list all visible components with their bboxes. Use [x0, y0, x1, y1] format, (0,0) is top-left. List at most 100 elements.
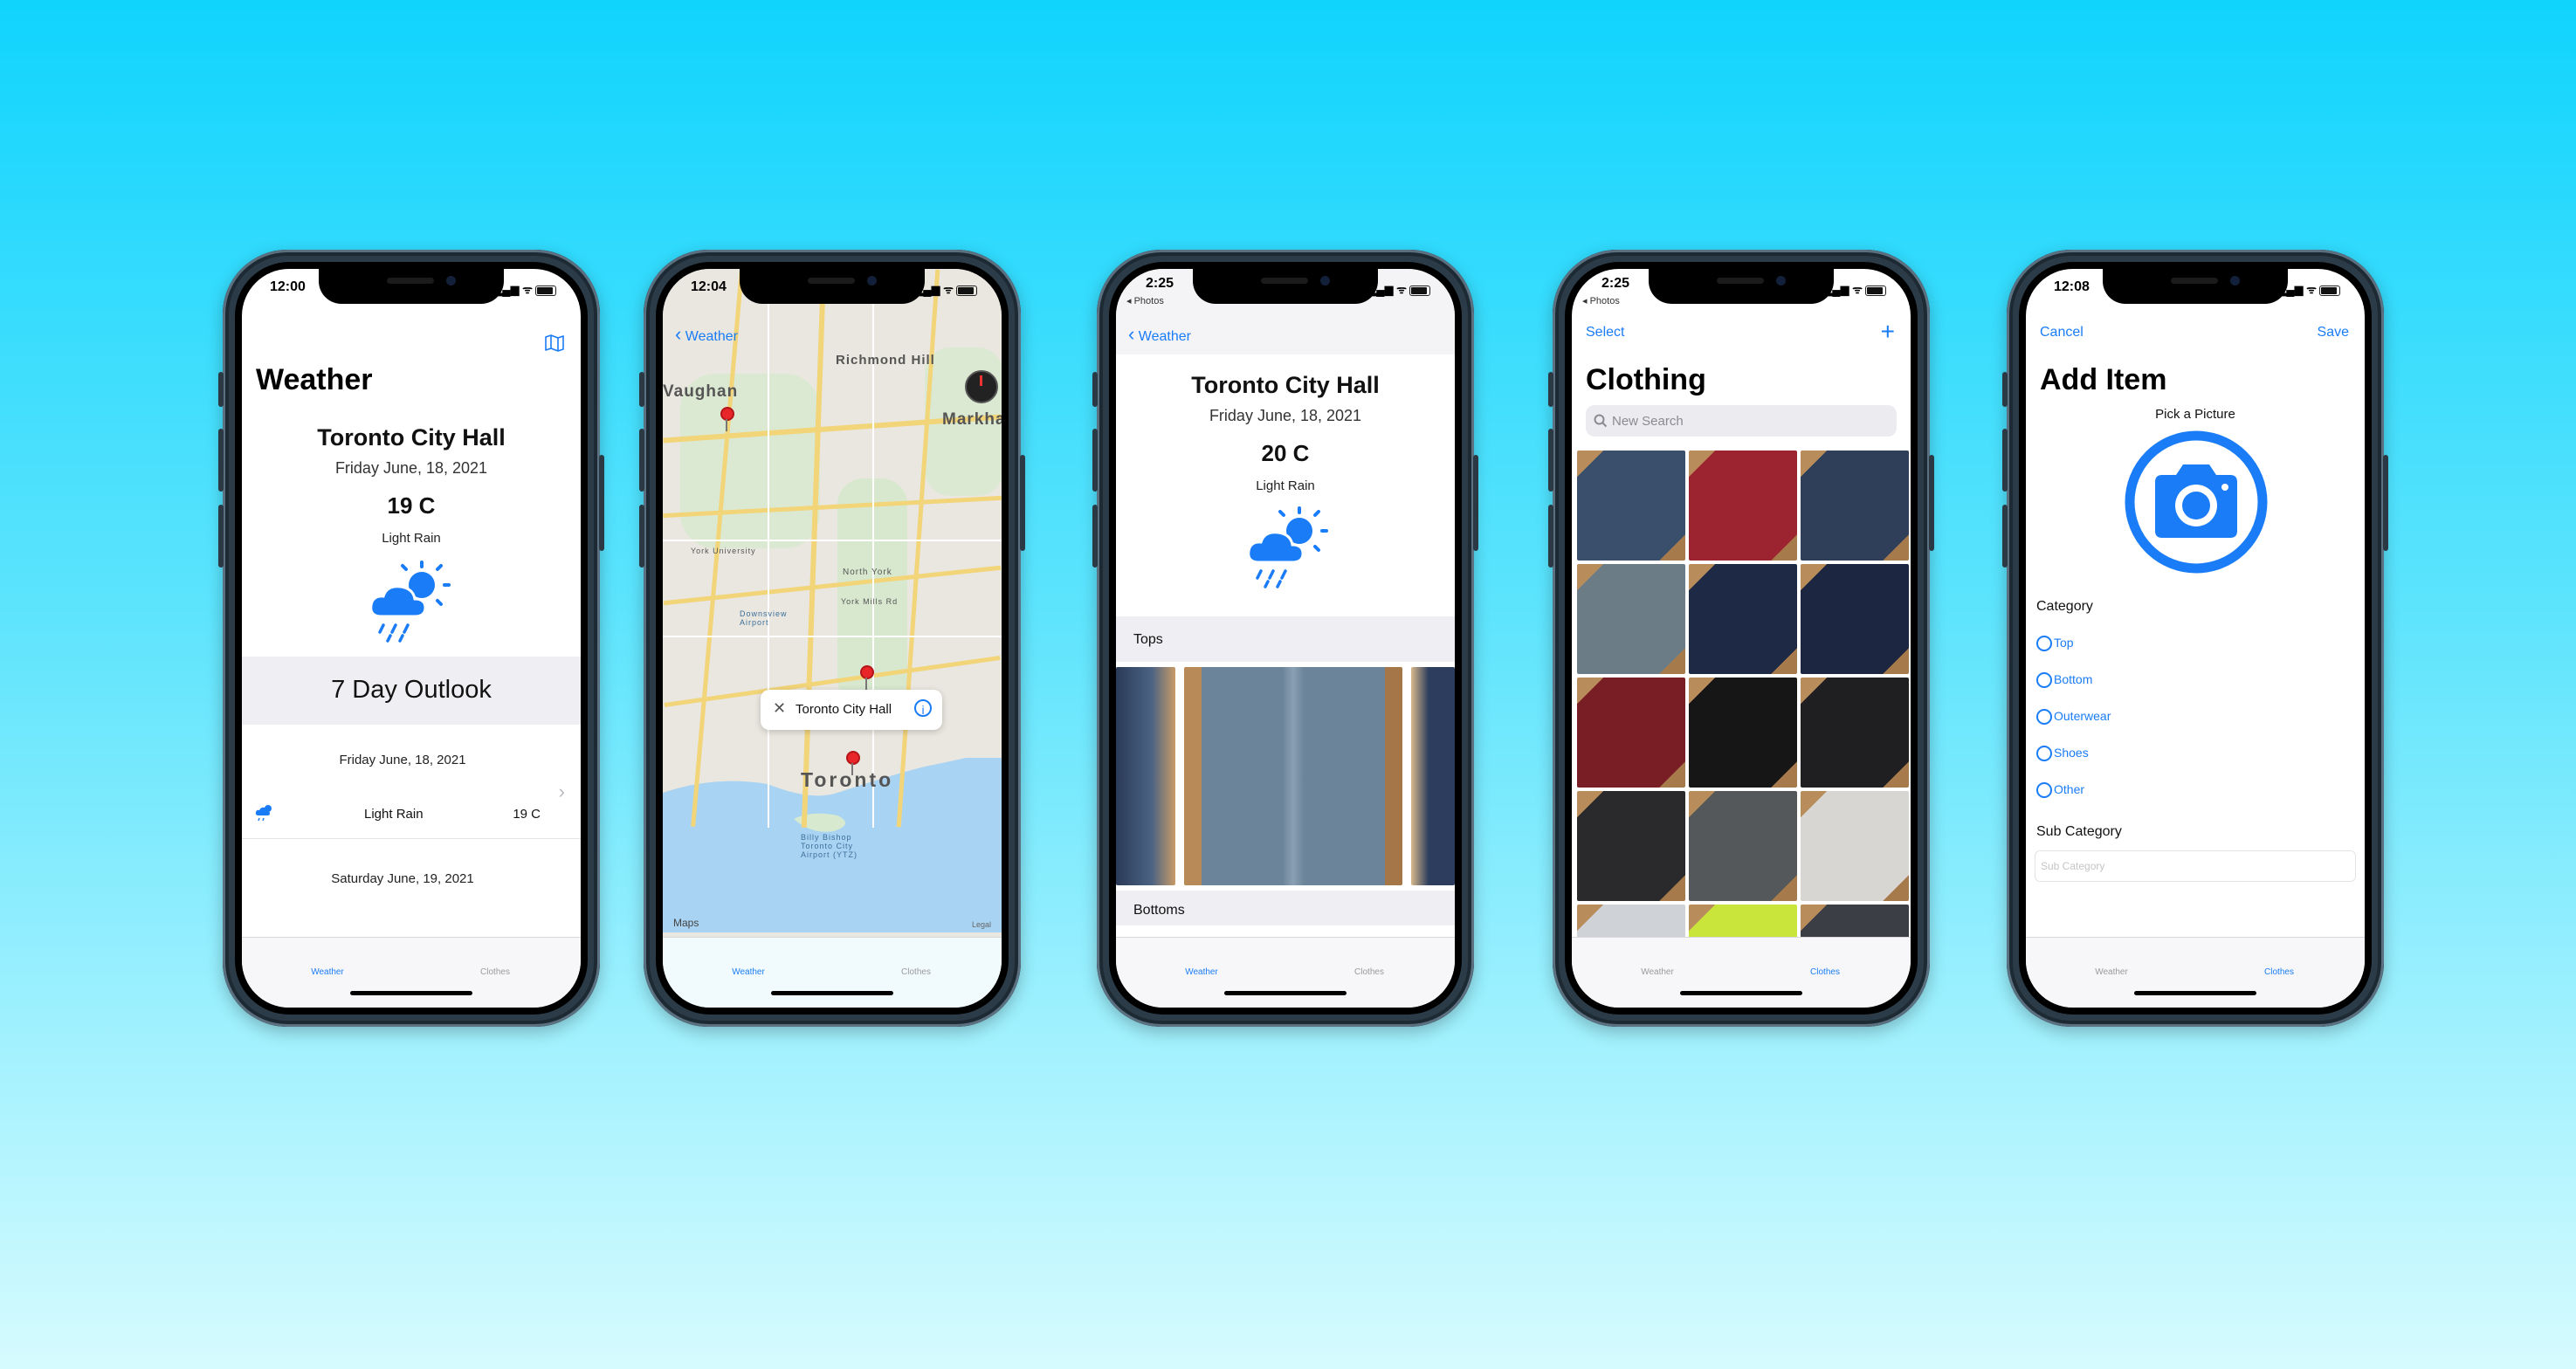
radio-circle-icon — [2036, 672, 2052, 689]
phone-clothing: 2:25 ◂ Photos ▂▄▆ ᯤ Select + Clothing Ne… — [1548, 250, 1934, 1027]
clock: 2:25 — [1146, 276, 1174, 291]
clothing-photo[interactable] — [1184, 667, 1402, 885]
clothing-grid — [1575, 449, 1909, 1008]
compass-icon[interactable] — [965, 370, 998, 403]
cancel-button[interactable]: Cancel — [2040, 325, 2084, 341]
page-title: Add Item — [2040, 363, 2167, 396]
tab-clothes[interactable]: Clothes — [1773, 967, 1877, 977]
tab-clothes[interactable]: Clothes — [864, 967, 968, 977]
chevron-right-icon: › — [558, 781, 565, 802]
map-pin[interactable] — [720, 407, 734, 431]
tab-clothes[interactable]: Clothes — [2227, 967, 2331, 977]
tab-weather[interactable]: Weather — [1605, 967, 1710, 977]
back-button[interactable]: ‹ Weather — [675, 323, 738, 346]
tops-carousel[interactable] — [1116, 667, 1455, 885]
clothing-photo[interactable] — [1577, 791, 1685, 901]
add-button[interactable]: + — [1881, 318, 1895, 346]
radio-bottom[interactable]: Bottom — [2036, 672, 2092, 689]
map-icon[interactable] — [544, 334, 565, 353]
screen: 2:25 ◂ Photos ▂▄▆ ᯤ ‹ Weather Toronto Ci… — [1116, 269, 1455, 1008]
clothing-photo[interactable] — [1801, 678, 1909, 788]
camera-icon[interactable] — [2122, 428, 2270, 576]
phone-map: Richmond Hill Vaughan Markham York Unive… — [639, 250, 1025, 1027]
map-label-vaughan: Vaughan — [663, 382, 739, 401]
tab-clothes[interactable]: Clothes — [1317, 967, 1422, 977]
radio-shoes[interactable]: Shoes — [2036, 746, 2089, 762]
outlook-header: 7 Day Outlook — [242, 657, 581, 725]
rain-sun-small-icon — [255, 805, 272, 822]
chevron-left-icon: ‹ — [1128, 323, 1135, 345]
radio-circle-icon — [2036, 782, 2052, 799]
back-to-photos[interactable]: ◂ Photos — [1582, 295, 1620, 306]
clothing-photo[interactable] — [1801, 791, 1909, 901]
clothing-photo[interactable] — [1689, 791, 1797, 901]
tab-weather[interactable]: Weather — [275, 967, 380, 977]
radio-top[interactable]: Top — [2036, 636, 2074, 652]
radio-other[interactable]: Other — [2036, 782, 2084, 799]
clock: 2:25 — [1601, 276, 1630, 291]
callout-title: Toronto City Hall — [796, 702, 892, 717]
radio-circle-icon — [2036, 636, 2052, 652]
date-label: Friday June, 18, 2021 — [1209, 407, 1362, 424]
clothing-photo[interactable] — [1577, 564, 1685, 674]
clothing-photo[interactable] — [1411, 667, 1455, 885]
search-icon — [1594, 414, 1608, 428]
map-label-airport: Billy Bishop Toronto City Airport (YTZ) — [801, 833, 858, 859]
radio-outerwear[interactable]: Outerwear — [2036, 709, 2111, 726]
tab-weather[interactable]: Weather — [1149, 967, 1254, 977]
save-button[interactable]: Save — [2318, 325, 2349, 341]
map-pin-selected[interactable] — [846, 751, 860, 775]
clothing-photo[interactable] — [1577, 678, 1685, 788]
radio-circle-icon — [2036, 709, 2052, 726]
pick-picture-label: Pick a Picture — [2155, 407, 2235, 422]
row-date-2: Saturday June, 19, 2021 — [331, 871, 474, 886]
subcategory-label: Sub Category — [2036, 824, 2122, 839]
back-button[interactable]: ‹ Weather — [1128, 323, 1191, 346]
clothing-photo[interactable] — [1689, 564, 1797, 674]
clock: 12:00 — [270, 279, 306, 294]
tab-weather[interactable]: Weather — [696, 967, 801, 977]
map-label-york-mills: York Mills Rd — [841, 597, 899, 606]
map-pin[interactable] — [860, 665, 874, 690]
map-callout[interactable]: ✕ Toronto City Hall i — [761, 690, 942, 730]
condition: Light Rain — [382, 531, 441, 546]
map-label-york-university: York University — [691, 547, 756, 555]
clothing-photo[interactable] — [1116, 667, 1175, 885]
legal-link[interactable]: Legal — [972, 920, 991, 929]
tab-weather[interactable]: Weather — [2059, 967, 2164, 977]
select-button[interactable]: Select — [1586, 325, 1624, 341]
close-icon[interactable]: ✕ — [773, 699, 786, 718]
tab-clothes[interactable]: Clothes — [443, 967, 548, 977]
back-to-photos[interactable]: ◂ Photos — [1126, 295, 1164, 306]
phone-weather-detail: 2:25 ◂ Photos ▂▄▆ ᯤ ‹ Weather Toronto Ci… — [1092, 250, 1478, 1027]
radio-circle-icon — [2036, 746, 2052, 762]
date-label: Friday June, 18, 2021 — [334, 459, 488, 477]
clothing-photo[interactable] — [1801, 564, 1909, 674]
rain-sun-icon — [1247, 506, 1328, 588]
clothing-photo[interactable] — [1689, 678, 1797, 788]
tab-bar: Weather Clothes — [2026, 937, 2365, 1008]
clock: 12:08 — [2054, 279, 2090, 294]
section-header-tops: Tops — [1116, 616, 1455, 662]
phone-weather: 12:00 ▂▄▆ ᯤ Weather Toronto City Hall Fr… — [218, 250, 604, 1027]
clothing-photo[interactable] — [1801, 451, 1909, 561]
map-view[interactable]: Richmond Hill Vaughan Markham York Unive… — [663, 269, 1002, 938]
subcategory-input[interactable]: Sub Category — [2035, 850, 2356, 882]
clothing-photo[interactable] — [1577, 451, 1685, 561]
temperature: 19 C — [387, 492, 436, 519]
row-temp: 19 C — [513, 807, 541, 822]
tab-bar: Weather Clothes — [1116, 937, 1455, 1008]
screen: 2:25 ◂ Photos ▂▄▆ ᯤ Select + Clothing Ne… — [1572, 269, 1911, 1008]
forecast-row[interactable]: Light Rain 19 C › — [242, 775, 581, 839]
info-icon[interactable]: i — [914, 699, 932, 717]
map-label-toronto: Toronto — [801, 768, 894, 791]
tab-bar: Weather Clothes — [663, 937, 1002, 1008]
page-title: Clothing — [1586, 363, 1706, 396]
search-bar[interactable]: New Search — [1586, 405, 1897, 437]
row-condition: Light Rain — [364, 807, 424, 822]
temperature: 20 C — [1261, 440, 1310, 466]
row-date: Friday June, 18, 2021 — [339, 753, 466, 767]
clothing-photo[interactable] — [1689, 451, 1797, 561]
map-label-markham: Markham — [942, 410, 1002, 429]
screen: Richmond Hill Vaughan Markham York Unive… — [663, 269, 1002, 1008]
